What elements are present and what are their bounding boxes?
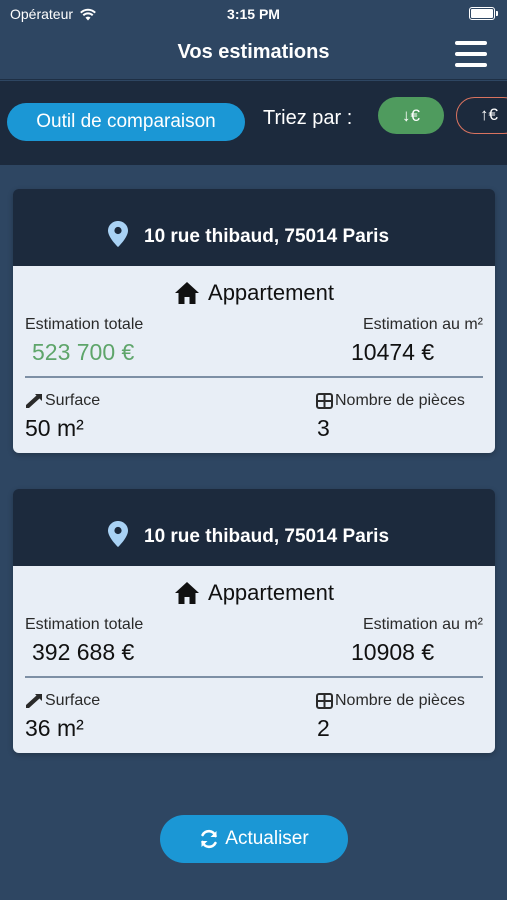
property-type-label: Appartement (208, 580, 334, 605)
grid-icon (316, 692, 333, 709)
m2-estimate-label: Estimation au m² (362, 616, 483, 633)
divider (25, 676, 483, 678)
sort-price-asc-button[interactable]: ↑€ (456, 97, 507, 134)
location-pin-icon (108, 221, 128, 247)
property-type: Appartement (13, 580, 495, 606)
grid-icon (316, 392, 333, 409)
resize-arrows-icon (26, 693, 42, 708)
m2-estimate-label: Estimation au m² (362, 316, 483, 333)
compare-tool-button[interactable]: Outil de comparaison (7, 103, 245, 141)
home-icon (175, 582, 200, 604)
page-title: Vos estimations (177, 41, 330, 63)
status-time: 3:15 PM (227, 6, 280, 22)
surface-value: 36 m² (25, 715, 84, 741)
card-address: 10 rue thibaud, 75014 Paris (144, 526, 390, 547)
home-icon (175, 282, 200, 304)
card-header: 10 rue thibaud, 75014 Paris (13, 189, 495, 266)
estimation-card[interactable]: 10 rue thibaud, 75014 Paris Appartement … (13, 189, 495, 453)
rooms-label: Nombre de pièces (335, 692, 465, 709)
card-header: 10 rue thibaud, 75014 Paris (13, 489, 495, 566)
rooms-label-row: Nombre de pièces (316, 692, 465, 710)
m2-estimate-value: 10474 € (351, 339, 435, 365)
location-pin-icon (108, 521, 128, 547)
surface-label: Surface (45, 692, 101, 709)
rooms-label: Nombre de pièces (335, 392, 465, 409)
estimation-card[interactable]: 10 rue thibaud, 75014 Paris Appartement … (13, 489, 495, 753)
refresh-button[interactable]: Actualiser (160, 815, 348, 863)
sort-label: Triez par : (263, 107, 353, 129)
total-estimate-label: Estimation totale (25, 316, 144, 333)
divider (25, 376, 483, 378)
hamburger-icon (455, 41, 487, 45)
refresh-label: Actualiser (225, 828, 309, 849)
surface-label-row: Surface (25, 392, 100, 410)
card-address: 10 rue thibaud, 75014 Paris (144, 226, 390, 247)
battery-icon (469, 7, 498, 20)
resize-arrows-icon (26, 393, 42, 408)
status-bar: Opérateur 3:15 PM (0, 0, 507, 28)
sort-toolbar: Outil de comparaison Triez par : ↓€ ↑€ (0, 81, 507, 165)
rooms-value: 3 (317, 415, 330, 441)
surface-label: Surface (45, 392, 101, 409)
rooms-value: 2 (317, 715, 330, 741)
rooms-label-row: Nombre de pièces (316, 392, 465, 410)
total-estimate-value: 392 688 € (32, 639, 135, 665)
card-body: Appartement Estimation totale 392 688 € … (13, 566, 495, 753)
sort-price-desc-button[interactable]: ↓€ (378, 97, 444, 134)
refresh-icon (201, 829, 218, 849)
total-estimate-label: Estimation totale (25, 616, 144, 633)
m2-estimate-value: 10908 € (351, 639, 435, 665)
total-estimate-value: 523 700 € (32, 339, 135, 365)
property-type-label: Appartement (208, 280, 334, 305)
card-body: Appartement Estimation totale 523 700 € … (13, 266, 495, 453)
surface-value: 50 m² (25, 415, 84, 441)
nav-header: Vos estimations (0, 28, 507, 80)
surface-label-row: Surface (25, 692, 100, 710)
property-type: Appartement (13, 280, 495, 306)
menu-button[interactable] (455, 41, 487, 67)
